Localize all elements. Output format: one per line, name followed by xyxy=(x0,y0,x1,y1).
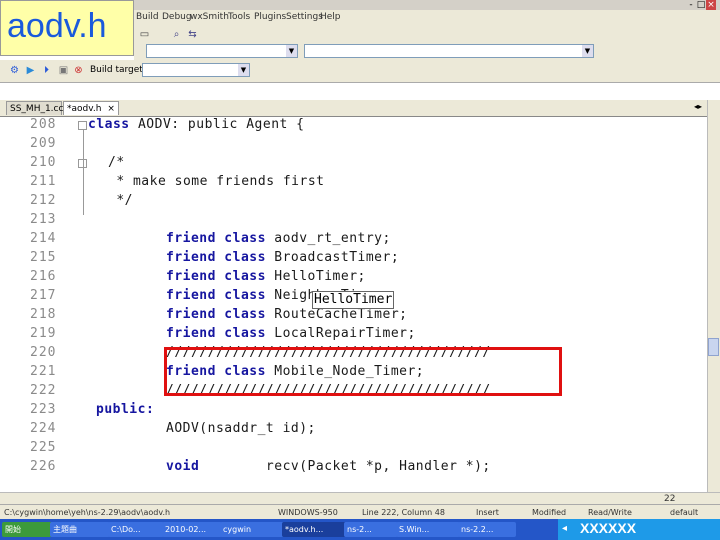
scope-select[interactable]: ▼ xyxy=(146,44,298,58)
status-file-path: C:\cygwin\home\yeh\ns-2.29\aodv\aodv.h xyxy=(4,508,171,517)
line-number: 216 xyxy=(30,269,57,284)
status-insert-mode: Insert xyxy=(476,508,499,517)
menu-wxsmith[interactable]: wxSmith xyxy=(190,12,229,22)
slide-title-label: aodv.h xyxy=(0,0,134,56)
line-number: 221 xyxy=(30,364,57,379)
build-target-label: Build target: xyxy=(90,65,146,75)
menu-plugins[interactable]: Plugins xyxy=(254,12,286,22)
line-number: 224 xyxy=(30,421,57,436)
line-number: 214 xyxy=(30,231,57,246)
tab-label: *aodv.h xyxy=(67,104,102,114)
line-number: 217 xyxy=(30,288,57,303)
line-number: 223 xyxy=(30,402,57,417)
line-number: 208 xyxy=(30,117,57,132)
symbol-select[interactable]: ▼ xyxy=(304,44,594,58)
chevron-down-icon: ▼ xyxy=(286,45,297,57)
code-line: void recv(Packet *p, Handler *); xyxy=(166,459,491,474)
line-number: 210 xyxy=(30,155,57,170)
close-icon[interactable]: × xyxy=(107,104,115,114)
line-number: 211 xyxy=(30,174,57,189)
highlight-box xyxy=(164,347,562,396)
build-run-icon[interactable]: ⏵ xyxy=(40,64,53,77)
code-line: friend class BroadcastTimer; xyxy=(166,250,400,265)
minimize-button[interactable]: - xyxy=(686,0,696,10)
code-line: friend class HelloTimer; xyxy=(166,269,366,284)
tray-text: XXXXXX xyxy=(580,520,637,536)
vertical-scroll-thumb[interactable] xyxy=(708,338,719,356)
editor-tab-bar: SS_MH_1.cc *aodv.h × ◂▸ xyxy=(0,100,720,117)
status-bar: C:\cygwin\home\yeh\ns-2.29\aodv\aodv.h W… xyxy=(0,504,720,520)
fold-line xyxy=(83,129,84,215)
code-line: friend class RouteCacheTimer; xyxy=(166,307,408,322)
windows-taskbar: 開始 主題曲 C:\Do... 2010-02... cygwin *aodv.… xyxy=(0,519,720,540)
status-profile: default xyxy=(670,508,699,517)
taskbar-item[interactable]: 2010-02... xyxy=(162,522,222,537)
build-target-select[interactable]: ▼ xyxy=(142,63,250,77)
find-icon[interactable]: ⌕ xyxy=(170,28,183,41)
status-encoding: WINDOWS-950 xyxy=(278,508,338,517)
line-number: 218 xyxy=(30,307,57,322)
window-controls: - □ × xyxy=(686,0,716,10)
line-number: 225 xyxy=(30,440,57,455)
chevron-down-icon: ▼ xyxy=(582,45,593,57)
line-number: 219 xyxy=(30,326,57,341)
taskbar-item-active[interactable]: *aodv.h... xyxy=(282,522,346,537)
code-line: /* xyxy=(108,155,125,170)
code-line: * make some friends first xyxy=(108,174,325,189)
vertical-scrollbar[interactable] xyxy=(707,100,720,492)
line-number: 220 xyxy=(30,345,57,360)
menu-build[interactable]: Build xyxy=(136,12,159,22)
menu-tools[interactable]: Tools xyxy=(228,12,250,22)
toolbar-build: ⚙ ▶ ⏵ ▣ ⊗ Build target: ▼ xyxy=(0,60,720,83)
system-tray: ◂ XXXXXX xyxy=(558,519,720,540)
code-line: AODV(nsaddr_t id); xyxy=(166,421,316,436)
status-modified: Modified xyxy=(532,508,567,517)
menu-settings[interactable]: Settings xyxy=(286,12,323,22)
line-number: 209 xyxy=(30,136,57,151)
menu-help[interactable]: Help xyxy=(320,12,341,22)
menu-debug[interactable]: Debug xyxy=(162,12,192,22)
close-window-button[interactable]: × xyxy=(706,0,716,10)
class-declaration-line: class AODV: public Agent { xyxy=(88,117,305,132)
status-read-write: Read/Write xyxy=(588,508,632,517)
slide-title-text: aodv.h xyxy=(7,7,107,45)
slide-page-number: 22 xyxy=(664,494,676,504)
copy-icon[interactable]: ▭ xyxy=(138,28,151,41)
taskbar-item[interactable]: ns-2.2... xyxy=(458,522,516,537)
line-number: 212 xyxy=(30,193,57,208)
line-number: 222 xyxy=(30,383,57,398)
line-number: 226 xyxy=(30,459,57,474)
taskbar-item[interactable]: C:\Do... xyxy=(108,522,164,537)
stop-icon[interactable]: ⊗ xyxy=(72,64,85,77)
maximize-button[interactable]: □ xyxy=(696,0,706,10)
code-line: public: xyxy=(96,402,155,417)
run-icon[interactable]: ▶ xyxy=(24,64,37,77)
start-button[interactable]: 開始 xyxy=(2,522,52,537)
tray-icon[interactable]: ◂ xyxy=(562,523,567,534)
line-number: 213 xyxy=(30,212,57,227)
code-line: */ xyxy=(108,193,133,208)
tab-scroll-icon[interactable]: ◂▸ xyxy=(694,102,702,111)
taskbar-item[interactable]: ns-2... xyxy=(344,522,398,537)
taskbar-item[interactable]: S.Win... xyxy=(396,522,460,537)
code-line: friend class LocalRepairTimer; xyxy=(166,326,416,341)
tab-ss-mh-1[interactable]: SS_MH_1.cc xyxy=(6,101,63,115)
taskbar-item[interactable]: 主題曲 xyxy=(50,522,110,537)
replace-icon[interactable]: ⇆ xyxy=(186,28,199,41)
status-position: Line 222, Column 48 xyxy=(362,508,445,517)
chevron-down-icon: ▼ xyxy=(238,64,249,76)
taskbar-item[interactable]: cygwin xyxy=(220,522,284,537)
tab-aodv-h[interactable]: *aodv.h × xyxy=(63,101,119,115)
rebuild-icon[interactable]: ▣ xyxy=(57,64,70,77)
code-line: friend class aodv_rt_entry; xyxy=(166,231,391,246)
toolbar-main: ▭ ⌕ ⇆ ▼ ▼ xyxy=(134,26,720,60)
line-number: 215 xyxy=(30,250,57,265)
gear-icon[interactable]: ⚙ xyxy=(8,64,21,77)
code-completion-tooltip: HelloTimer xyxy=(312,291,395,309)
